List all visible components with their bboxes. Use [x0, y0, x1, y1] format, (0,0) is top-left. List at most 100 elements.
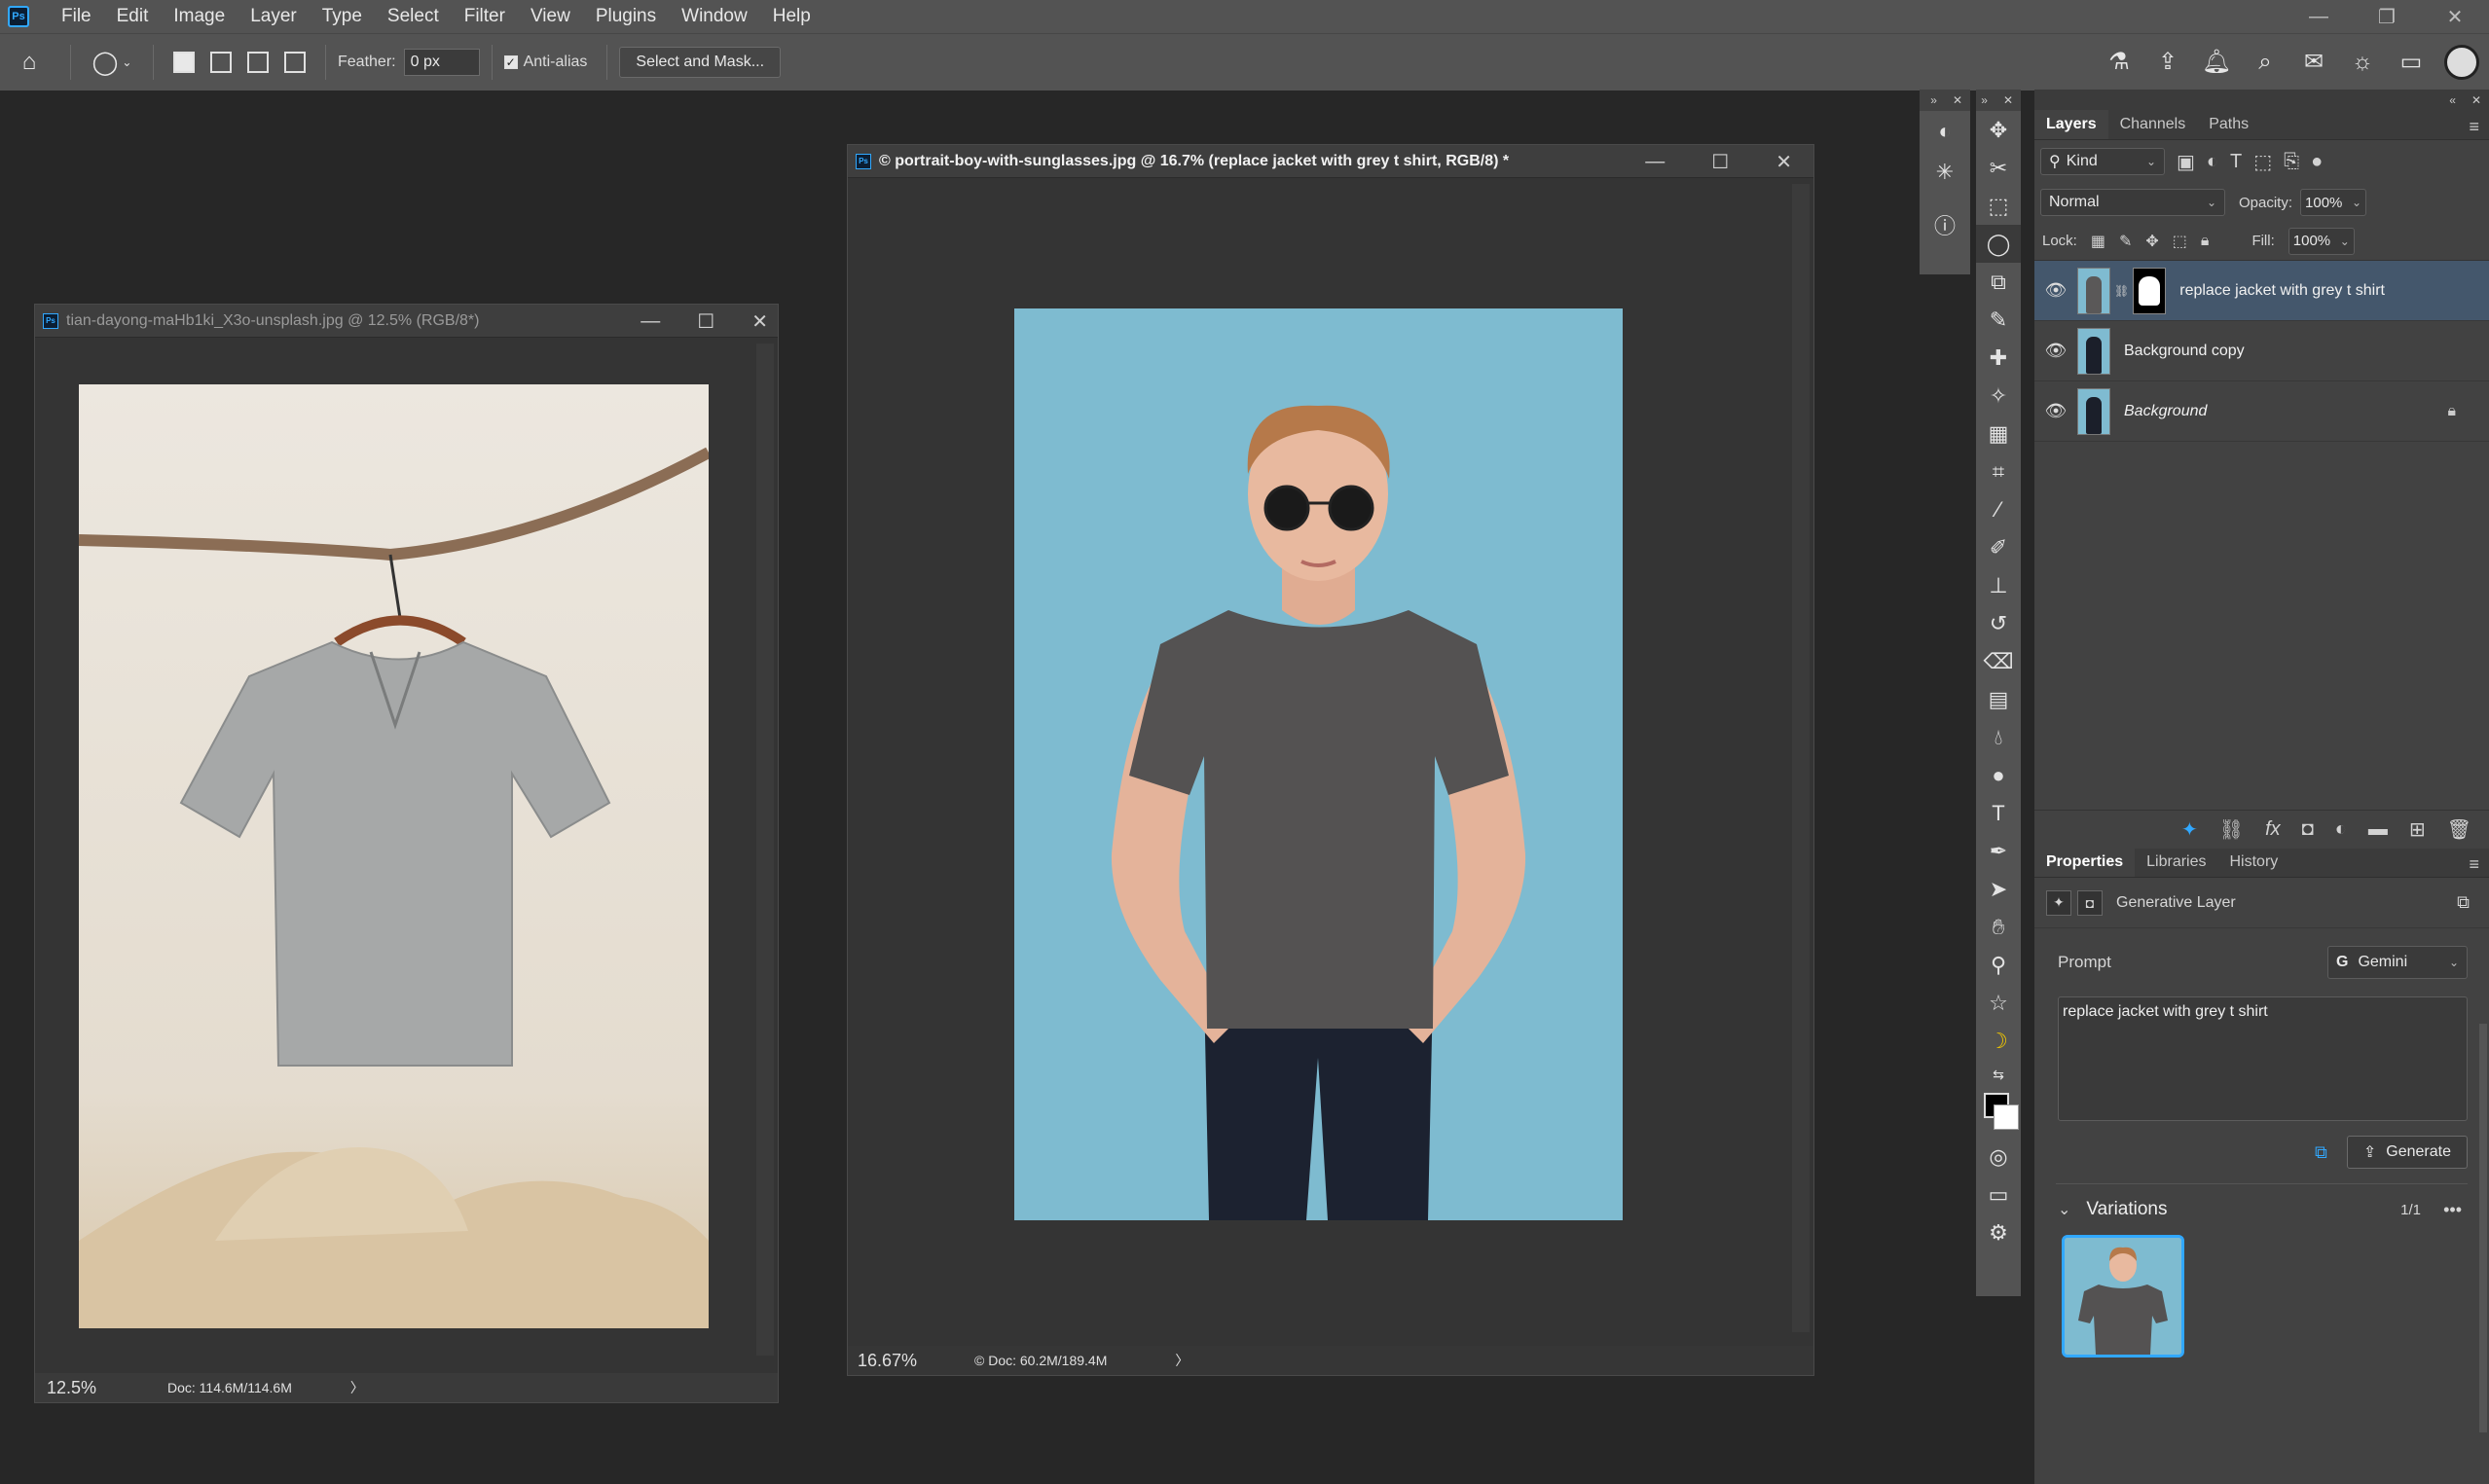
folder-icon[interactable]: ▬ — [2368, 818, 2388, 841]
subtract-from-selection-icon[interactable] — [247, 52, 269, 73]
path-selection-icon[interactable]: ➤ — [1976, 870, 2021, 908]
panel-menu-icon[interactable]: ≡ — [2469, 854, 2479, 875]
link-layers-icon[interactable]: ⛓ — [2219, 817, 2244, 842]
layer-row-background[interactable]: 👁︎ Background 🔒︎ — [2034, 381, 2489, 442]
select-and-mask-button[interactable]: Select and Mask... — [619, 47, 782, 78]
properties-scrollbar[interactable] — [2479, 1024, 2487, 1432]
filter-pixel-icon[interactable]: ▣ — [2177, 150, 2195, 174]
convert-icon[interactable]: ⧉ — [2457, 892, 2470, 913]
blend-mode-select[interactable]: Normal ⌄ — [2040, 189, 2225, 216]
close-icon[interactable]: ✕ — [2471, 93, 2481, 107]
adjustment-layer-icon[interactable]: ◐ — [2335, 818, 2347, 841]
doc-titlebar[interactable]: Ps tian-dayong-maHb1ki_X3o-unsplash.jpg … — [35, 305, 778, 338]
filter-kind-select[interactable]: ⚲ Kind ⌄ — [2040, 148, 2165, 175]
generative-icon[interactable]: ✦ — [2181, 817, 2198, 842]
portrait-canvas-image[interactable] — [1014, 308, 1623, 1220]
more-tools-icon[interactable]: ⚙ — [1976, 1213, 2021, 1251]
menu-help[interactable]: Help — [760, 6, 824, 27]
dodge-tool-icon[interactable]: ● — [1976, 756, 2021, 794]
lightbulb-icon[interactable]: ☼ — [2347, 49, 2378, 76]
chevron-down-icon[interactable]: ⌄ — [2058, 1200, 2070, 1219]
quick-mask-icon[interactable]: ◎ — [1976, 1138, 2021, 1176]
menu-file[interactable]: File — [49, 6, 104, 27]
tab-paths[interactable]: Paths — [2197, 110, 2260, 139]
menu-select[interactable]: Select — [375, 6, 452, 27]
vertical-scrollbar[interactable] — [1792, 184, 1810, 1332]
home-icon[interactable]: ⌂ — [0, 43, 58, 82]
tab-layers[interactable]: Layers — [2034, 110, 2108, 139]
status-arrow-icon[interactable]: 〉 — [350, 1378, 364, 1397]
add-mask-icon[interactable]: ◘ — [2302, 818, 2314, 841]
menu-image[interactable]: Image — [161, 6, 238, 27]
link-chain-icon[interactable]: ⛓ — [2114, 284, 2129, 298]
menu-view[interactable]: View — [518, 6, 583, 27]
artboard-tool-icon[interactable]: ✂ — [1976, 149, 2021, 187]
maximize-icon[interactable]: ☐ — [1711, 150, 1729, 174]
flask-icon[interactable]: ⚗ — [2104, 48, 2135, 76]
color-swatches[interactable] — [1976, 1089, 2021, 1138]
stamp-tool-icon[interactable]: ⊥ — [1976, 566, 2021, 604]
adjustments-icon[interactable]: ◐ — [1920, 111, 1970, 152]
avatar[interactable] — [2444, 44, 2479, 80]
layer-row-generative[interactable]: 👁︎ ⛓ replace jacket with grey t shirt — [2034, 261, 2489, 321]
visibility-eye-icon[interactable]: 👁︎ — [2034, 280, 2077, 301]
lock-position-icon[interactable]: ✥ — [2145, 232, 2158, 251]
maximize-icon[interactable]: ☐ — [697, 309, 714, 334]
move-tool-icon[interactable]: ✥ — [1976, 111, 2021, 149]
hand-tool-icon[interactable]: ✋︎ — [1976, 908, 2021, 946]
antialias-checkbox[interactable]: ✓ — [503, 55, 518, 69]
filter-toggle-icon[interactable]: ● — [2311, 151, 2323, 173]
share-icon[interactable]: ⇪ — [2152, 48, 2183, 76]
lock-pixels-icon[interactable]: ✎ — [2119, 232, 2132, 251]
prompt-textarea[interactable]: replace jacket with grey t shirt — [2058, 996, 2468, 1121]
more-options-icon[interactable]: ••• — [2443, 1200, 2462, 1220]
search-icon[interactable]: ⌕ — [2250, 49, 2281, 76]
doc-titlebar[interactable]: Ps © portrait-boy-with-sunglasses.jpg @ … — [848, 145, 1813, 178]
minimize-icon[interactable]: — — [2285, 0, 2353, 33]
shirt-canvas-image[interactable] — [78, 384, 712, 1328]
close-icon[interactable]: ✕ — [751, 309, 768, 334]
info-icon[interactable]: ⓘ — [1920, 204, 1970, 245]
marquee-tool-icon[interactable]: ⬚ — [1976, 187, 2021, 225]
status-arrow-icon[interactable]: 〉 — [1175, 1351, 1189, 1370]
bell-icon[interactable]: 🔔︎ — [2201, 48, 2232, 76]
opacity-input[interactable]: 100% ⌄ — [2300, 189, 2367, 216]
minimize-icon[interactable]: — — [641, 310, 660, 333]
close-icon[interactable]: ✕ — [2421, 0, 2489, 33]
visibility-eye-icon[interactable]: 👁︎ — [2034, 341, 2077, 361]
zoom-level[interactable]: 16.67% — [858, 1351, 965, 1371]
remove-tool-icon[interactable]: ✧ — [1976, 377, 2021, 415]
minimize-icon[interactable]: — — [1645, 151, 1665, 173]
reference-image-icon[interactable]: ⧉ — [2315, 1142, 2327, 1163]
swap-colors-icon[interactable]: ⇆ — [1976, 1060, 2021, 1089]
vertical-scrollbar[interactable] — [756, 344, 774, 1356]
lock-transparent-icon[interactable]: ▦ — [2091, 232, 2105, 251]
tab-libraries[interactable]: Libraries — [2135, 848, 2217, 877]
layer-mask-thumbnail[interactable] — [2133, 267, 2167, 314]
banana-icon[interactable]: ☽ — [1976, 1022, 2021, 1060]
crop-tool-icon[interactable]: ⌗ — [1976, 452, 2021, 490]
zoom-tool-icon[interactable]: ⚲ — [1976, 946, 2021, 984]
gradient-tool-icon[interactable]: ▤ — [1976, 680, 2021, 718]
menu-layer[interactable]: Layer — [238, 6, 310, 27]
collapse-icon[interactable]: » — [1930, 93, 1937, 107]
new-selection-icon[interactable] — [173, 52, 195, 73]
lock-artboard-icon[interactable]: ⬚ — [2173, 232, 2187, 251]
workspace-icon[interactable]: ▭ — [2396, 48, 2427, 76]
collapse-icon[interactable]: « — [2449, 93, 2456, 107]
star-icon[interactable]: ☆ — [1976, 984, 2021, 1022]
object-selection-icon[interactable]: ⧉ — [1976, 263, 2021, 301]
menu-edit[interactable]: Edit — [104, 6, 162, 27]
trash-icon[interactable]: 🗑︎ — [2447, 817, 2471, 842]
healing-brush-icon[interactable]: ✚ — [1976, 339, 2021, 377]
restore-icon[interactable]: ❐ — [2353, 0, 2421, 33]
background-color[interactable] — [1994, 1104, 2019, 1130]
menu-type[interactable]: Type — [310, 6, 375, 27]
close-icon[interactable]: ✕ — [2003, 93, 2013, 107]
eraser-icon[interactable]: ⌫ — [1976, 642, 2021, 680]
chat-icon[interactable]: ✉ — [2298, 48, 2329, 76]
lasso-tool-preset-icon[interactable]: ◯ ⌄ — [83, 43, 141, 82]
layer-row-background-copy[interactable]: 👁︎ Background copy — [2034, 321, 2489, 381]
close-icon[interactable]: ✕ — [1775, 150, 1792, 174]
collapse-icon[interactable]: » — [1981, 93, 1988, 107]
